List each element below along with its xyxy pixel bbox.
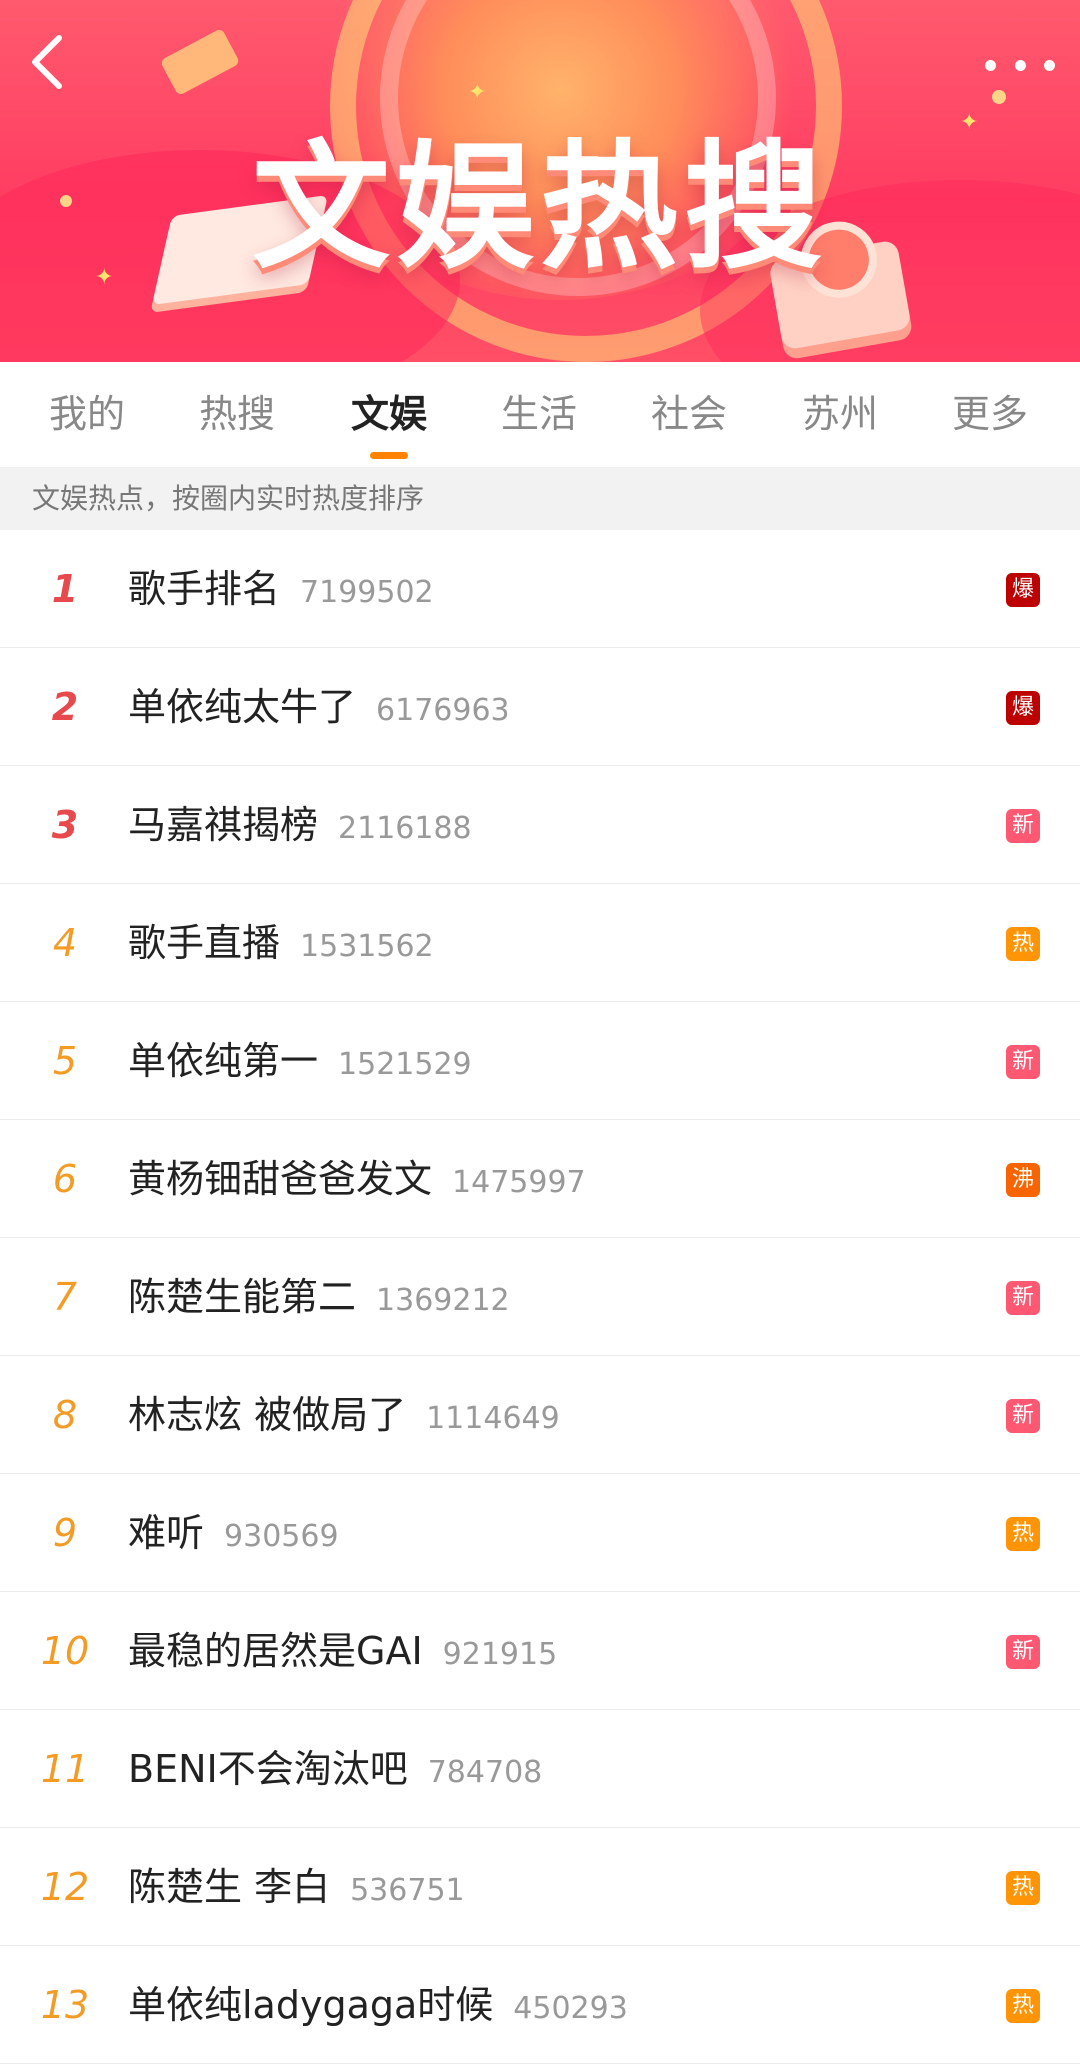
heat-count: 1369212 <box>376 1283 510 1318</box>
topic-title: 马嘉祺揭榜 <box>128 803 319 847</box>
active-tab-indicator <box>370 452 408 459</box>
hot-search-list: 1 歌手排名 7199502 爆 2 单依纯太牛了 6176963 爆 3 马嘉祺揭榜 211618… <box>0 530 1080 2064</box>
tab-mine[interactable]: 我的 <box>27 362 147 467</box>
heat-count: 930569 <box>224 1519 339 1554</box>
topic-wrap: 单依纯ladygaga时候 450293 <box>128 1946 628 2064</box>
rank-number: 11 <box>40 1747 90 1791</box>
heat-count: 1114649 <box>426 1401 560 1436</box>
heat-count: 450293 <box>513 1991 628 2026</box>
topic-title: 歌手直播 <box>128 921 281 965</box>
topic-title: 最稳的居然是GAI <box>128 1629 423 1673</box>
heat-count: 1521529 <box>338 1047 472 1082</box>
list-item[interactable]: 4 歌手直播 1531562 热 <box>0 884 1080 1002</box>
rank-number: 1 <box>51 567 79 611</box>
topic-title: 陈楚生能第二 <box>128 1275 357 1319</box>
topic-wrap: 黄杨钿甜爸爸发文 1475997 <box>128 1120 586 1238</box>
list-item[interactable]: 12 陈楚生 李白 536751 热 <box>0 1828 1080 1946</box>
topic-title: 单依纯第一 <box>128 1039 319 1083</box>
tab-entertainment[interactable]: 文娱 <box>329 362 449 467</box>
topic-wrap: 最稳的居然是GAI 921915 <box>128 1592 557 1710</box>
tab-hot-search[interactable]: 热搜 <box>177 362 297 467</box>
rank-number: 5 <box>52 1039 78 1083</box>
topic-wrap: 林志炫 被做局了 1114649 <box>128 1356 560 1474</box>
status-badge: 新 <box>1006 1635 1040 1669</box>
list-item[interactable]: 7 陈楚生能第二 1369212 新 <box>0 1238 1080 1356</box>
page-title: 文娱热搜 <box>251 127 828 288</box>
heat-count: 1475997 <box>452 1165 586 1200</box>
status-badge: 爆 <box>1006 691 1040 725</box>
list-item[interactable]: 9 难听 930569 热 <box>0 1474 1080 1592</box>
status-badge: 热 <box>1006 1989 1040 2023</box>
back-button[interactable] <box>22 32 72 102</box>
topic-title: 林志炫 被做局了 <box>128 1393 407 1437</box>
topic-wrap: 难听 930569 <box>128 1474 339 1592</box>
rank-number: 13 <box>40 1983 90 2027</box>
rank-number: 3 <box>51 803 79 847</box>
rank-number: 2 <box>51 685 79 729</box>
status-badge: 热 <box>1006 1871 1040 1905</box>
topic-title: 陈楚生 李白 <box>128 1865 331 1909</box>
list-item[interactable]: 8 林志炫 被做局了 1114649 新 <box>0 1356 1080 1474</box>
status-badge: 新 <box>1006 809 1040 843</box>
topic-wrap: 马嘉祺揭榜 2116188 <box>128 766 472 884</box>
status-badge: 爆 <box>1006 573 1040 607</box>
topic-wrap: 陈楚生 李白 536751 <box>128 1828 465 1946</box>
rank-number: 6 <box>52 1157 78 1201</box>
topic-title: BENI不会淘汰吧 <box>128 1747 408 1791</box>
list-subtitle: 文娱热点，按圈内实时热度排序 <box>0 467 1080 530</box>
topic-wrap: 单依纯太牛了 6176963 <box>128 648 510 766</box>
heat-count: 6176963 <box>376 693 510 728</box>
rank-number: 4 <box>52 921 78 965</box>
list-item[interactable]: 6 黄杨钿甜爸爸发文 1475997 沸 <box>0 1120 1080 1238</box>
header-banner: ✦ ✦ ✦ 文娱热搜 <box>0 0 1080 362</box>
rank-number: 10 <box>40 1629 90 1673</box>
arrow-decoration-icon <box>159 27 241 97</box>
list-item[interactable]: 10 最稳的居然是GAI 921915 新 <box>0 1592 1080 1710</box>
list-item[interactable]: 5 单依纯第一 1521529 新 <box>0 1002 1080 1120</box>
topic-wrap: 单依纯第一 1521529 <box>128 1002 472 1120</box>
chevron-left-icon <box>32 35 62 89</box>
status-badge: 沸 <box>1006 1163 1040 1197</box>
topic-title: 单依纯ladygaga时候 <box>128 1983 494 2027</box>
more-horizontal-icon <box>985 59 996 71</box>
rank-number: 8 <box>52 1393 78 1437</box>
tab-life[interactable]: 生活 <box>479 362 599 467</box>
status-badge: 新 <box>1006 1399 1040 1433</box>
tab-more[interactable]: 更多 <box>930 362 1050 467</box>
list-item[interactable]: 13 单依纯ladygaga时候 450293 热 <box>0 1946 1080 2064</box>
list-item[interactable]: 2 单依纯太牛了 6176963 爆 <box>0 648 1080 766</box>
tab-suzhou[interactable]: 苏州 <box>780 362 900 467</box>
rank-number: 9 <box>52 1511 78 1555</box>
more-button[interactable] <box>985 45 1055 85</box>
tab-society[interactable]: 社会 <box>629 362 749 467</box>
topic-wrap: 歌手排名 7199502 <box>128 530 434 648</box>
heat-count: 2116188 <box>338 811 472 846</box>
list-item[interactable]: 3 马嘉祺揭榜 2116188 新 <box>0 766 1080 884</box>
status-badge: 热 <box>1006 927 1040 961</box>
heat-count: 784708 <box>427 1755 543 1790</box>
category-tabs: 我的 热搜 文娱 生活 社会 苏州 更多 <box>0 362 1080 467</box>
status-badge: 新 <box>1006 1045 1040 1079</box>
topic-title: 歌手排名 <box>128 567 281 611</box>
rank-number: 7 <box>52 1275 78 1319</box>
status-badge: 新 <box>1006 1281 1040 1315</box>
topic-title: 难听 <box>128 1511 205 1555</box>
rank-number: 12 <box>40 1865 90 1909</box>
heat-count: 1531562 <box>300 929 434 964</box>
heat-count: 7199502 <box>300 575 434 610</box>
topic-wrap: BENI不会淘汰吧 784708 <box>128 1710 542 1828</box>
topic-wrap: 歌手直播 1531562 <box>128 884 434 1002</box>
topic-wrap: 陈楚生能第二 1369212 <box>128 1238 510 1356</box>
status-badge: 热 <box>1006 1517 1040 1551</box>
list-item[interactable]: 1 歌手排名 7199502 爆 <box>0 530 1080 648</box>
topic-title: 黄杨钿甜爸爸发文 <box>128 1157 433 1201</box>
topic-title: 单依纯太牛了 <box>128 685 357 729</box>
heat-count: 921915 <box>442 1637 558 1672</box>
list-item[interactable]: 11 BENI不会淘汰吧 784708 <box>0 1710 1080 1828</box>
heat-count: 536751 <box>350 1873 465 1908</box>
